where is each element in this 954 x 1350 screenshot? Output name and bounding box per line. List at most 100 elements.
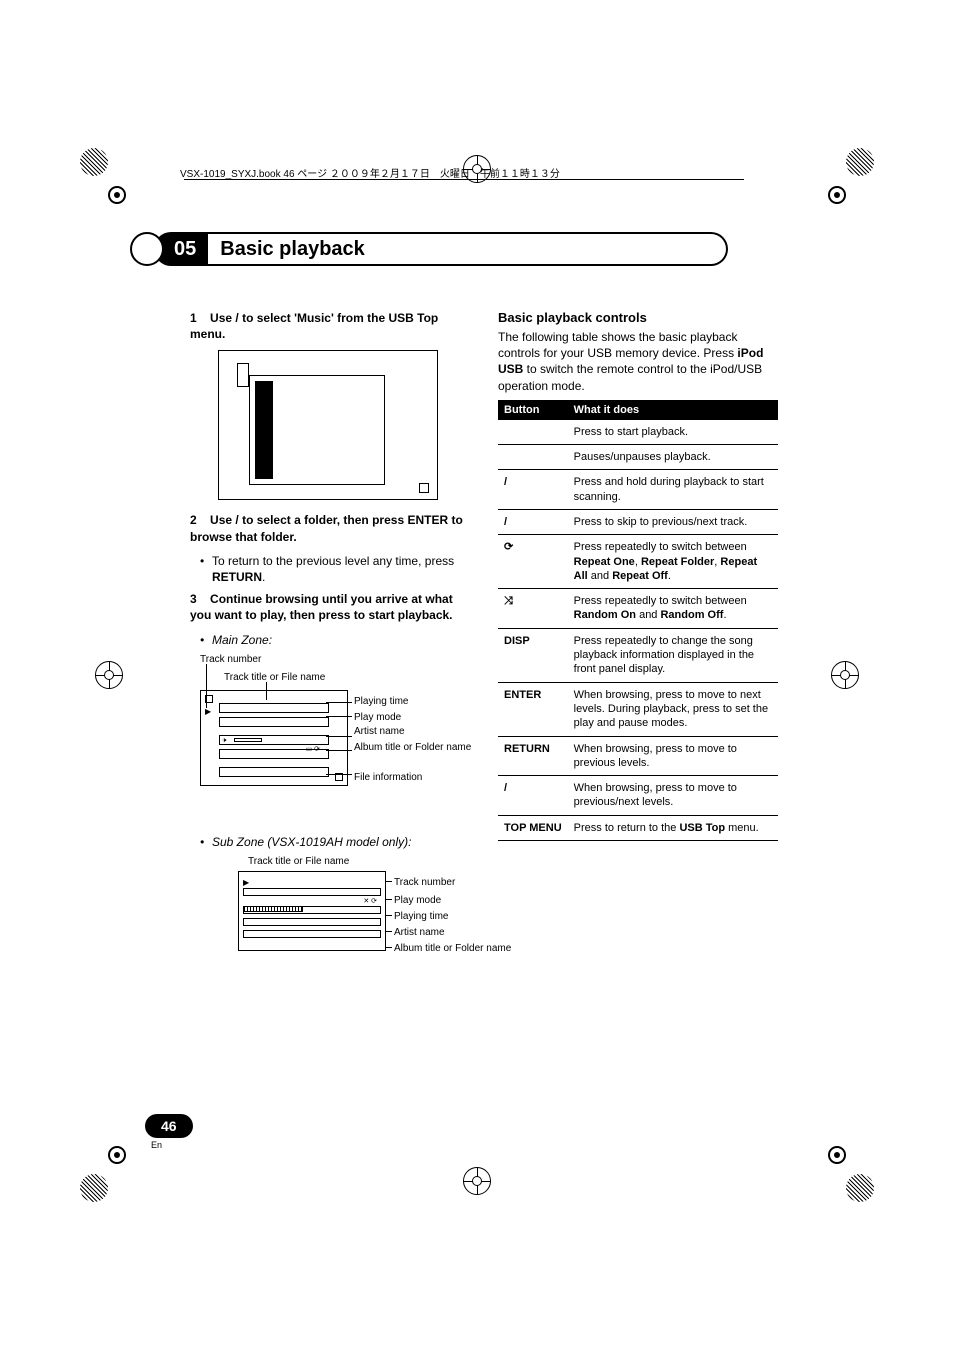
- leader-line: [326, 702, 352, 703]
- row-desc: Press to skip to previous/next track.: [568, 509, 778, 534]
- registration-right: [831, 661, 859, 689]
- play-icon: ▶: [243, 878, 249, 887]
- enter-button: ENTER: [498, 682, 568, 736]
- main-zone-label: Main Zone:: [190, 632, 470, 648]
- track-title-bar: [219, 703, 329, 713]
- main-zone-playing-time-label: Playing time: [354, 696, 408, 707]
- main-zone-file-info-label: File information: [354, 772, 422, 783]
- return-label: RETURN: [212, 570, 262, 584]
- left-right-button-icon: /: [498, 776, 568, 816]
- play-icon: ▶: [205, 707, 211, 716]
- step-3-text: Continue browsing until you arrive at wh…: [190, 592, 453, 622]
- crop-corner-tl: [80, 148, 108, 176]
- th-desc: What it does: [568, 400, 778, 420]
- step-2-number: 2: [190, 513, 197, 527]
- right-column: Basic playback controls The following ta…: [498, 310, 778, 1031]
- table-row: DISPPress repeatedly to change the song …: [498, 628, 778, 682]
- leader-line: [386, 931, 392, 932]
- crop-ring-bl: [108, 1146, 126, 1164]
- sub-zone-album-label: Album title or Folder name: [394, 943, 504, 954]
- controls-desc-3: to switch the remote control to the iPod…: [498, 362, 762, 392]
- crop-corner-tr: [846, 148, 874, 176]
- leader-line: [326, 774, 352, 775]
- table-row: Pauses/unpauses playback.: [498, 445, 778, 470]
- page-number-value: 46: [145, 1114, 193, 1138]
- step-3-number: 3: [190, 592, 197, 606]
- usb-top-diagram: [218, 350, 438, 500]
- row-desc: When browsing, press to move to next lev…: [568, 682, 778, 736]
- step-1-number: 1: [190, 311, 197, 325]
- main-zone-diagram: Track number Track title or File name ▶ …: [194, 654, 470, 834]
- leader-line: [326, 736, 352, 737]
- row-desc: Press and hold during playback to start …: [568, 470, 778, 510]
- row-desc: Press to start playback.: [568, 420, 778, 445]
- row-desc: When browsing, press to move to previous…: [568, 736, 778, 776]
- crop-ring-tl: [108, 186, 126, 204]
- table-header-row: Button What it does: [498, 400, 778, 420]
- row-desc: Press repeatedly to switch between Repea…: [568, 535, 778, 589]
- top-menu-button: TOP MENU: [498, 815, 568, 840]
- chapter-ring-icon: [130, 232, 164, 266]
- step-2-pre: Use: [210, 513, 235, 527]
- scan-button-icon: /: [498, 470, 568, 510]
- main-zone-play-mode-label: Play mode: [354, 712, 401, 723]
- crop-corner-bl: [80, 1174, 108, 1202]
- usb-side-bar: [255, 381, 273, 479]
- step-2-bullet-end: .: [262, 570, 265, 584]
- ipod-icon: [237, 363, 249, 387]
- skip-button-icon: /: [498, 509, 568, 534]
- step-3: 3 Continue browsing until you arrive at …: [190, 591, 470, 623]
- row-desc: Press to return to the USB Top menu.: [568, 815, 778, 840]
- table-row: Press to start playback.: [498, 420, 778, 445]
- disp-button: DISP: [498, 628, 568, 682]
- row-desc: Press repeatedly to switch between Rando…: [568, 589, 778, 629]
- mode-icons: ✕ ⟳: [363, 897, 377, 905]
- sub-zone-label: Sub Zone (VSX-1019AH model only):: [190, 834, 470, 850]
- progress-bar-row: 🕩: [219, 735, 329, 745]
- sub-zone-play-mode-label: Play mode: [394, 895, 441, 906]
- section-header: 05 Basic playback: [130, 232, 728, 266]
- main-zone-artist-label: Artist name: [354, 726, 405, 737]
- row-desc: When browsing, press to move to previous…: [568, 776, 778, 816]
- crop-corner-br: [846, 1174, 874, 1202]
- leader-line: [386, 899, 392, 900]
- leader-line: [326, 716, 352, 717]
- table-row: /Press to skip to previous/next track.: [498, 509, 778, 534]
- random-button-icon: ⤨: [498, 589, 568, 629]
- controls-heading: Basic playback controls: [498, 310, 778, 325]
- controls-desc: The following table shows the basic play…: [498, 329, 778, 394]
- sub-zone-track-number-label: Track number: [394, 877, 455, 888]
- chapter-title: Basic playback: [220, 238, 365, 261]
- file-info-bar: [219, 767, 329, 777]
- left-column: 1 Use / to select 'Music' from the USB T…: [190, 310, 470, 1031]
- time-bar: ▭ ⟳: [219, 717, 329, 727]
- leader-line: [326, 750, 352, 751]
- th-button: Button: [498, 400, 568, 420]
- speaker-icon: 🕩: [222, 737, 226, 745]
- play-button-icon: [498, 420, 568, 445]
- row-desc: Press repeatedly to change the song play…: [568, 628, 778, 682]
- leader-line: [386, 915, 392, 916]
- registration-left: [95, 661, 123, 689]
- step-2-bullet-text: To return to the previous level any time…: [212, 554, 454, 568]
- registration-bottom: [463, 1167, 491, 1195]
- page-number: 46 En: [145, 1114, 193, 1150]
- main-zone-track-title-label: Track title or File name: [224, 672, 325, 683]
- table-row: TOP MENUPress to return to the USB Top m…: [498, 815, 778, 840]
- table-row: /Press and hold during playback to start…: [498, 470, 778, 510]
- table-row: ⟳Press repeatedly to switch between Repe…: [498, 535, 778, 589]
- sub-zone-playing-time-label: Playing time: [394, 911, 448, 922]
- crop-ring-tr: [828, 186, 846, 204]
- content-columns: 1 Use / to select 'Music' from the USB T…: [190, 310, 780, 1031]
- chapter-number: 05: [174, 238, 196, 261]
- step-2: 2 Use / to select a folder, then press E…: [190, 512, 470, 544]
- table-row: ENTERWhen browsing, press to move to nex…: [498, 682, 778, 736]
- step-1: 1 Use / to select 'Music' from the USB T…: [190, 310, 470, 342]
- leader-line: [386, 881, 392, 882]
- table-row: RETURNWhen browsing, press to move to pr…: [498, 736, 778, 776]
- sz-row: [243, 930, 381, 938]
- controls-desc-1: The following table shows the basic play…: [498, 330, 737, 360]
- sub-zone-diagram: ▶ ✕ ⟳ Track number Play mode Playing tim…: [190, 871, 470, 1031]
- step-1-pre: Use: [210, 311, 235, 325]
- main-zone-track-number-label: Track number: [200, 654, 261, 665]
